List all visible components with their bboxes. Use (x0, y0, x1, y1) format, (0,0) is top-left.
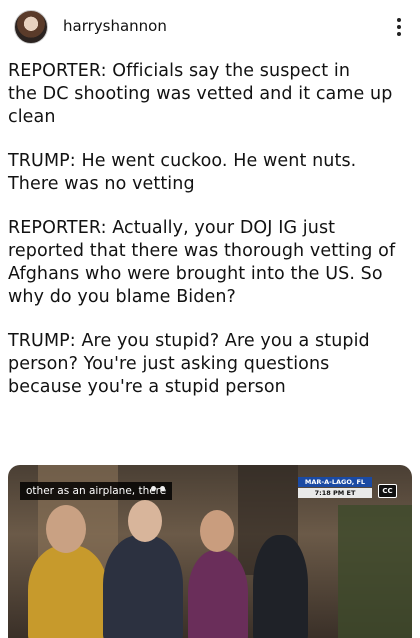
location-banner: MAR-A-LAGO, FL 7:18 PM ET (298, 477, 372, 498)
more-vertical-icon[interactable] (392, 16, 406, 38)
video-caption: other as an airplane, there (20, 482, 173, 500)
video-background-plant (338, 505, 412, 638)
video-player[interactable]: other as an airplane, there MAR-A-LAGO, … (8, 465, 412, 638)
closed-captions-icon[interactable]: CC (378, 484, 397, 498)
video-person-head (46, 505, 86, 553)
video-person-head (128, 500, 162, 542)
video-person-head (200, 510, 234, 552)
video-person (253, 535, 308, 638)
video-person (103, 535, 183, 638)
avatar[interactable] (14, 10, 48, 44)
post-paragraph-reporter-2: REPORTER: Actually, your DOJ IG just rep… (8, 218, 396, 307)
video-person (188, 550, 248, 638)
post-text: REPORTER: Officials say the suspect in t… (8, 60, 412, 420)
location-label: MAR-A-LAGO, FL (298, 477, 372, 487)
time-label: 7:18 PM ET (298, 488, 372, 498)
post-paragraph-trump-1: TRUMP: He went cuckoo. He went nuts. The… (8, 151, 357, 194)
post-paragraph-trump-2: TRUMP: Are you stupid? Are you a stupid … (8, 331, 370, 397)
username[interactable]: harryshannon (63, 17, 167, 35)
post-header: harryshannon (0, 0, 420, 52)
video-person (28, 545, 108, 638)
post-paragraph-reporter-1: REPORTER: Officials say the suspect in t… (8, 61, 393, 127)
live-indicator (151, 486, 171, 492)
